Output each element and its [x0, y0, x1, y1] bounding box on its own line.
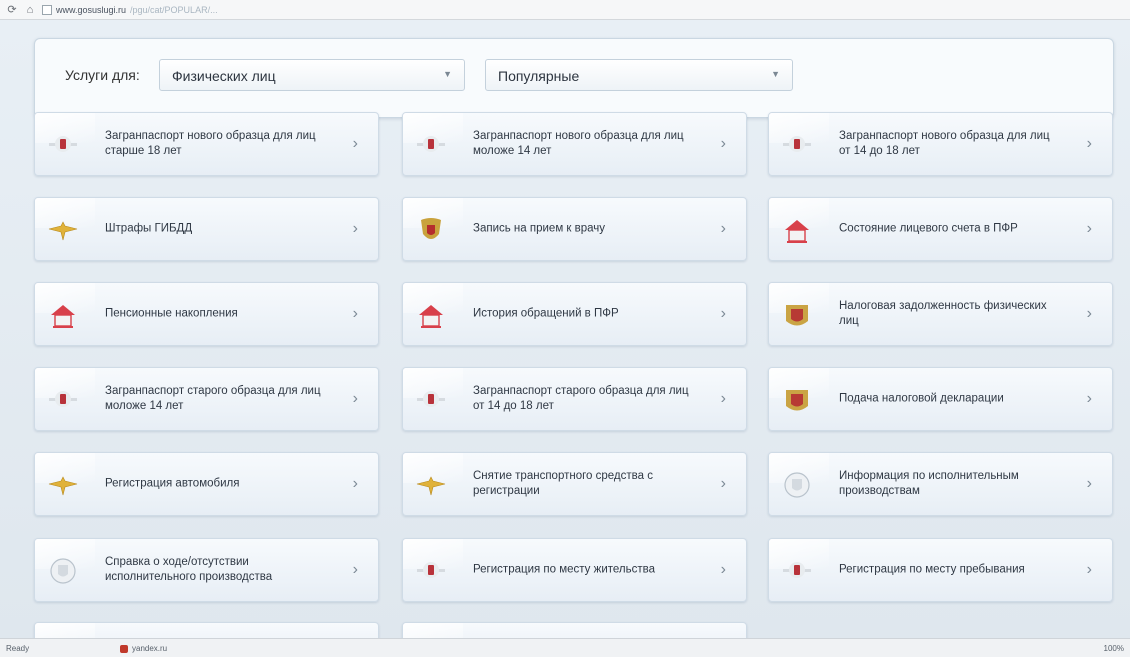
- service-tile-label: Снятие транспортного средства с регистра…: [473, 470, 653, 497]
- category-select[interactable]: Популярные ▼: [485, 59, 793, 91]
- chevron-right-icon: ›: [720, 475, 726, 492]
- service-tile[interactable]: Регистрация автомобиля ›: [34, 452, 379, 516]
- audience-select-value: Физических лиц: [172, 68, 276, 84]
- chevron-right-icon: ›: [352, 390, 358, 407]
- home-icon[interactable]: ⌂: [24, 4, 36, 16]
- emblem-red-icon: [415, 384, 447, 416]
- service-tile[interactable]: История обращений в ПФР ›: [402, 282, 747, 346]
- bailiff-emblem-icon: [47, 555, 79, 587]
- service-tile[interactable]: Пенсионные накопления ›: [34, 282, 379, 346]
- coat-of-arms-icon: [415, 214, 447, 246]
- chevron-right-icon: ›: [720, 220, 726, 237]
- chevron-down-icon: ▼: [771, 69, 780, 79]
- emblem-red-icon: [47, 384, 79, 416]
- service-tile[interactable]: Снятие транспортного средства с регистра…: [402, 452, 747, 516]
- service-tile-label: Подача налоговой декларации: [839, 392, 1004, 405]
- chevron-right-icon: ›: [1086, 390, 1092, 407]
- filter-label: Услуги для:: [65, 67, 140, 83]
- emblem-red-icon: [415, 555, 447, 587]
- chevron-right-icon: ›: [1086, 305, 1092, 322]
- service-tile[interactable]: Справка о ходе/отсутствии исполнительног…: [34, 538, 379, 602]
- service-tile-label: Запись на прием к врачу: [473, 222, 606, 235]
- service-tile-label: Пенсионные накопления: [105, 307, 238, 320]
- service-tile-label: Загранпаспорт нового образца для лиц от …: [839, 130, 1050, 157]
- services-page: Услуги для: Физических лиц ▼ Популярные …: [0, 20, 1130, 657]
- zoom-level: 100%: [1103, 644, 1124, 653]
- service-tile-label: Регистрация по месту пребывания: [839, 563, 1025, 576]
- service-tile-label: Справка о ходе/отсутствии исполнительног…: [105, 556, 273, 583]
- service-tile-label: Штрафы ГИБДД: [105, 222, 193, 235]
- page-icon: [42, 4, 52, 15]
- audience-select[interactable]: Физических лиц ▼: [159, 59, 465, 91]
- chevron-right-icon: ›: [352, 561, 358, 578]
- gold-eagle-icon: [47, 469, 79, 501]
- service-tile-label: Загранпаспорт нового образца для лиц мол…: [473, 130, 684, 157]
- service-tile[interactable]: Загранпаспорт старого образца для лиц мо…: [34, 367, 379, 431]
- url-field[interactable]: www.gosuslugi.ru /pgu/cat/POPULAR/...: [42, 3, 372, 17]
- taskbar-tab[interactable]: yandex.ru: [120, 642, 280, 655]
- service-tile-label: Состояние лицевого счета в ПФР: [839, 222, 1018, 235]
- service-tile-label: Загранпаспорт старого образца для лиц мо…: [105, 385, 321, 412]
- service-tile-label: Налоговая задолженность физических лиц: [839, 300, 1047, 327]
- category-select-value: Популярные: [498, 68, 580, 84]
- chevron-right-icon: ›: [352, 475, 358, 492]
- emblem-red-icon: [781, 555, 813, 587]
- service-tile[interactable]: Состояние лицевого счета в ПФР ›: [768, 197, 1113, 261]
- gold-eagle-icon: [415, 469, 447, 501]
- gold-eagle-icon: [47, 214, 79, 246]
- emblem-red-icon: [415, 129, 447, 161]
- chevron-right-icon: ›: [1086, 220, 1092, 237]
- services-filter-bar: Услуги для: Физических лиц ▼ Популярные …: [34, 38, 1114, 118]
- service-tile[interactable]: Налоговая задолженность физических лиц ›: [768, 282, 1113, 346]
- emblem-red-icon: [47, 129, 79, 161]
- bailiff-emblem-icon: [781, 469, 813, 501]
- taskbar-tab-label: yandex.ru: [132, 644, 168, 653]
- url-host: www.gosuslugi.ru: [56, 4, 127, 15]
- chevron-right-icon: ›: [720, 305, 726, 322]
- service-tile[interactable]: Штрафы ГИБДД ›: [34, 197, 379, 261]
- service-tile[interactable]: Загранпаспорт нового образца для лиц ста…: [34, 112, 379, 176]
- tax-emblem-icon: [781, 299, 813, 331]
- chevron-right-icon: ›: [1086, 561, 1092, 578]
- tax-emblem-icon: [781, 384, 813, 416]
- favicon-icon: [120, 644, 128, 653]
- chevron-down-icon: ▼: [443, 69, 452, 79]
- chevron-right-icon: ›: [352, 135, 358, 152]
- chevron-right-icon: ›: [352, 220, 358, 237]
- chevron-right-icon: ›: [1086, 475, 1092, 492]
- emblem-red-icon: [781, 129, 813, 161]
- service-tile-label: Информация по исполнительным производств…: [839, 470, 1019, 497]
- service-tile-label: Регистрация по месту жительства: [473, 563, 655, 576]
- chevron-right-icon: ›: [720, 135, 726, 152]
- service-tile[interactable]: Информация по исполнительным производств…: [768, 452, 1113, 516]
- service-tile[interactable]: Регистрация по месту жительства ›: [402, 538, 747, 602]
- service-tile[interactable]: Загранпаспорт нового образца для лиц мол…: [402, 112, 747, 176]
- service-tile[interactable]: Загранпаспорт старого образца для лиц от…: [402, 367, 747, 431]
- pension-fund-icon: [415, 299, 447, 331]
- status-text: Ready: [6, 644, 30, 653]
- pension-fund-icon: [781, 214, 813, 246]
- chevron-right-icon: ›: [720, 390, 726, 407]
- url-path: /pgu/cat/POPULAR/...: [130, 4, 218, 15]
- service-tile[interactable]: Регистрация по месту пребывания ›: [768, 538, 1113, 602]
- service-tile-label: История обращений в ПФР: [473, 307, 619, 320]
- service-tile-label: Загранпаспорт старого образца для лиц от…: [473, 385, 689, 412]
- browser-address-bar: ⟳ ⌂ www.gosuslugi.ru /pgu/cat/POPULAR/..…: [0, 0, 1130, 20]
- chevron-right-icon: ›: [720, 561, 726, 578]
- service-tile[interactable]: Загранпаспорт нового образца для лиц от …: [768, 112, 1113, 176]
- pension-fund-icon: [47, 299, 79, 331]
- reload-icon[interactable]: ⟳: [6, 3, 18, 16]
- service-tile-label: Регистрация автомобиля: [105, 477, 240, 490]
- service-tile[interactable]: Подача налоговой декларации ›: [768, 367, 1113, 431]
- service-tile-label: Загранпаспорт нового образца для лиц ста…: [105, 130, 316, 157]
- chevron-right-icon: ›: [352, 305, 358, 322]
- browser-status-bar: Ready yandex.ru 100%: [0, 638, 1130, 657]
- chevron-right-icon: ›: [1086, 135, 1092, 152]
- service-tile[interactable]: Запись на прием к врачу ›: [402, 197, 747, 261]
